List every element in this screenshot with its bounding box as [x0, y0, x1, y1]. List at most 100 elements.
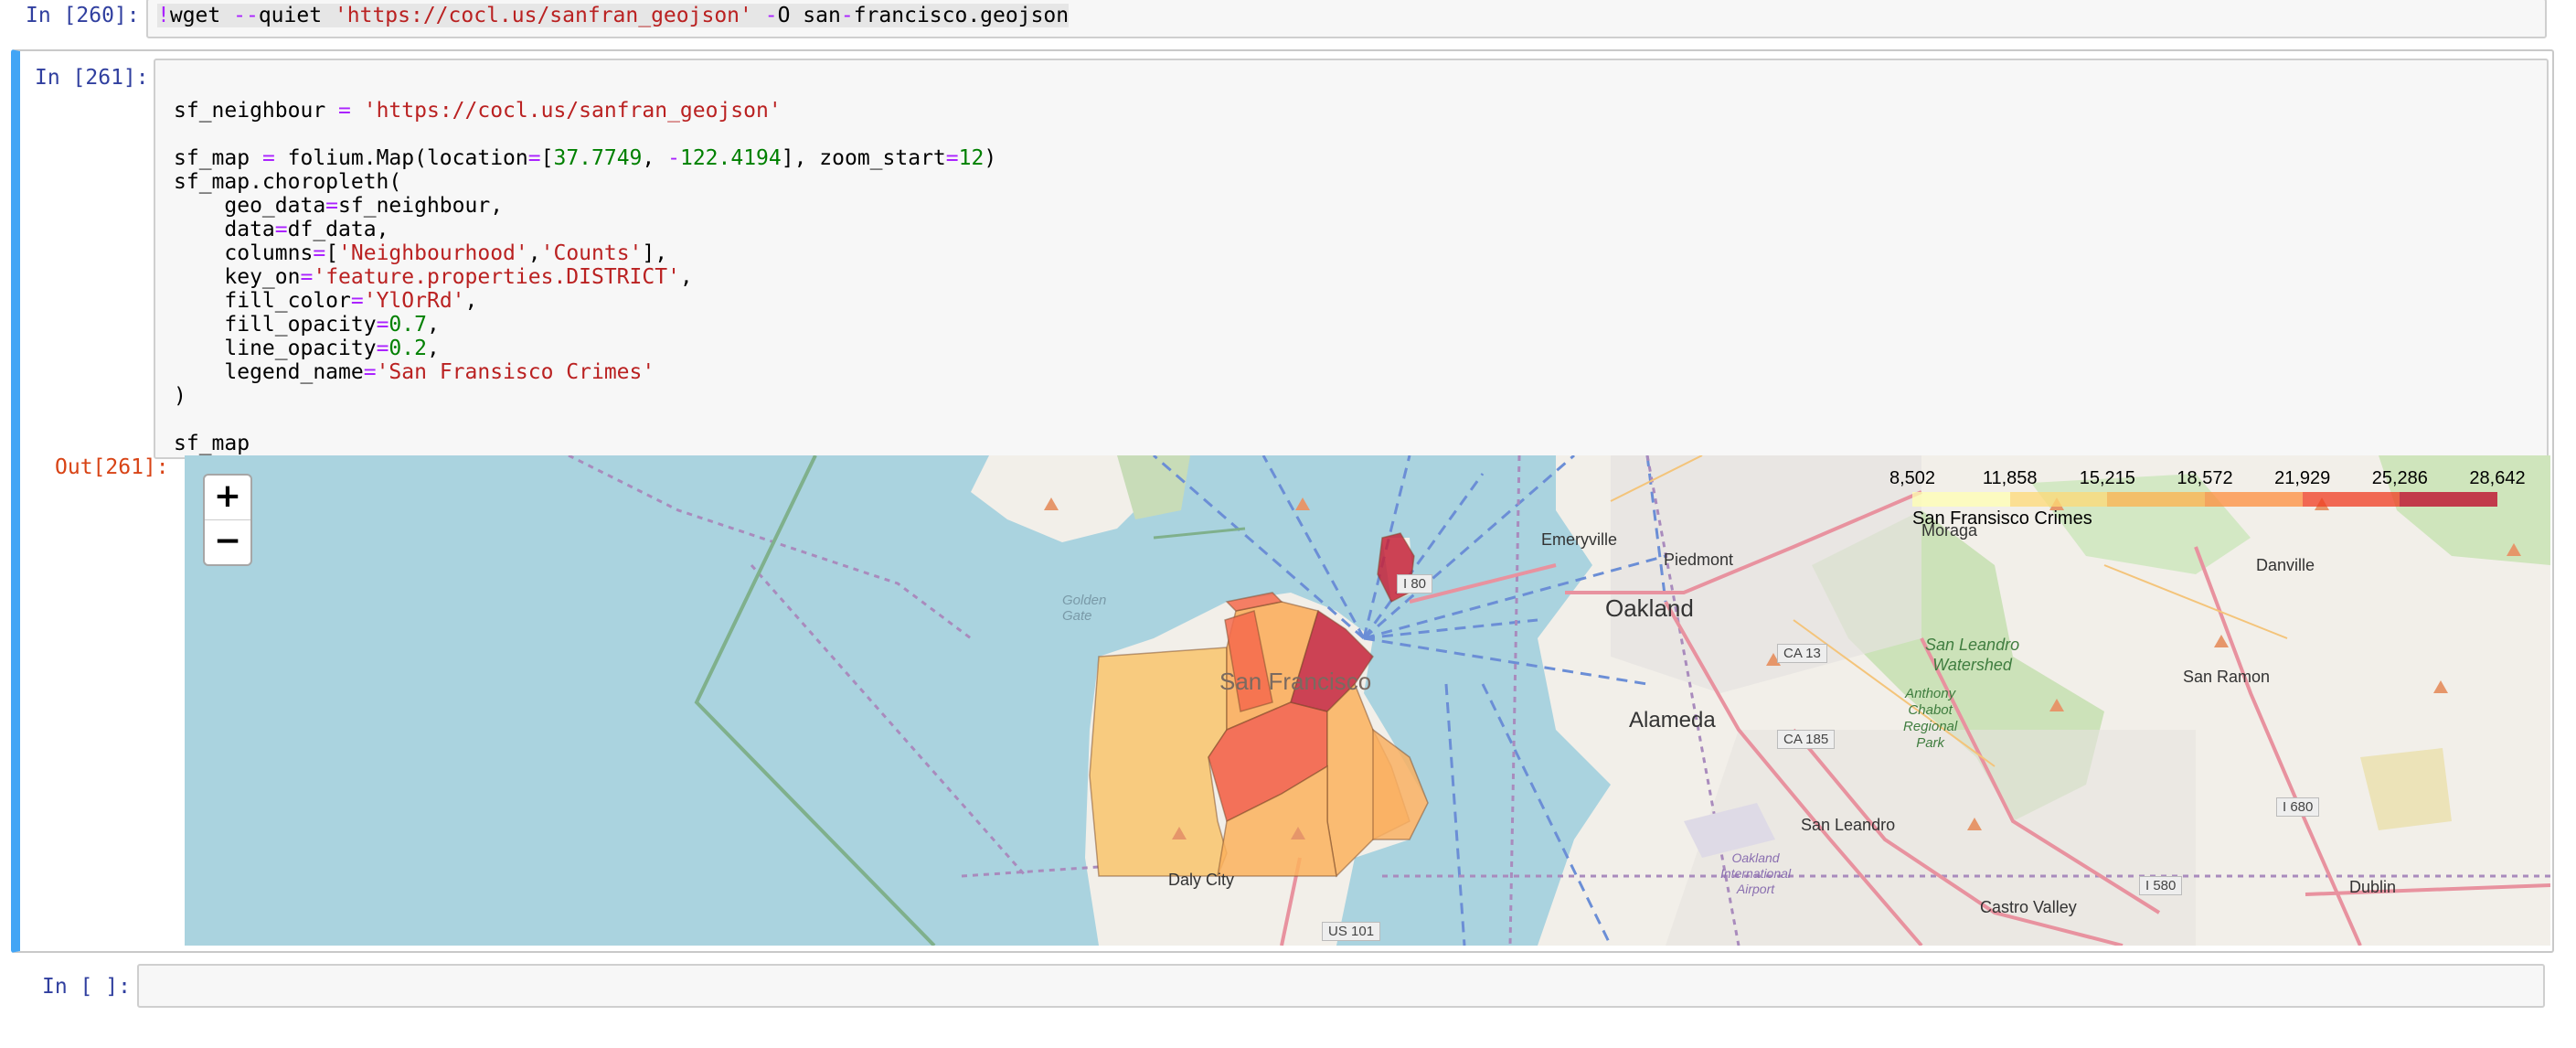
code-token: folium.Map(location [274, 146, 528, 170]
legend-tick-label: 8,502 [1889, 468, 1936, 488]
code-token: 'Neighbourhood' [338, 241, 528, 265]
cell-260-input[interactable]: !wget --quiet 'https://cocl.us/sanfran_g… [146, 0, 2547, 38]
code-token: , [679, 265, 693, 289]
code-token: ) [174, 384, 186, 408]
code-token: , [464, 289, 478, 313]
label-i680: I 680 [2276, 797, 2320, 817]
code-token: = [376, 313, 389, 337]
code-line: data=df_data, [174, 218, 996, 241]
code-token: df_data, [287, 218, 389, 241]
folium-map[interactable]: Golden Gate San Francisco Oakland Alamed… [185, 455, 2550, 946]
zoom-in-button[interactable]: + [205, 476, 250, 519]
code-token: = [363, 360, 377, 384]
code-line: ) [174, 384, 996, 408]
code-token: , [426, 313, 440, 337]
code-token: 122.4194 [679, 146, 782, 170]
code-token: data [174, 218, 275, 241]
code-token: - [667, 146, 680, 170]
code-token: ], [642, 241, 668, 265]
code-token: columns [174, 241, 314, 265]
code-token: 'YlOrRd' [363, 289, 465, 313]
code-token: = [261, 146, 275, 170]
code-token: fill_opacity [174, 313, 377, 337]
code-line: columns=['Neighbourhood','Counts'], [174, 241, 996, 265]
legend-ticks: 8,502 11,858 15,215 18,572 21,929 25,286 28,64… [1889, 455, 2526, 492]
legend-tick-label: 11,858 [1982, 468, 2038, 488]
label-i580: I 580 [2139, 876, 2183, 895]
label-dublin: Dublin [2349, 878, 2397, 896]
legend-caption: San Fransisco Crimes [1912, 508, 2092, 529]
code-token: = [300, 265, 314, 289]
label-us101: US 101 [1322, 922, 1381, 941]
code-token: [ [325, 241, 339, 265]
cell-empty-prompt: In [ ]: [42, 975, 131, 999]
code-token: sf_map [174, 432, 250, 455]
cell-260-prompt: In [260]: [26, 4, 140, 27]
cell-261[interactable]: In [261]: sf_neighbour = 'https://cocl.u… [11, 49, 2554, 953]
code-token: = [274, 218, 288, 241]
code-line: line_opacity=0.2, [174, 337, 996, 360]
code-token: , [642, 146, 668, 170]
cell-261-out-prompt: Out[261]: [55, 455, 169, 479]
cell-261-prompt: In [261]: [35, 66, 149, 90]
code-flag2b: O san [777, 4, 841, 27]
code-token: = [527, 146, 541, 170]
code-line: fill_color='YlOrRd', [174, 289, 996, 313]
cell-261-input[interactable]: sf_neighbour = 'https://cocl.us/sanfran_… [154, 59, 2549, 459]
label-ca185: CA 185 [1777, 730, 1836, 749]
code-token: key_on [174, 265, 301, 289]
legend-tick-label: 15,215 [2079, 468, 2135, 488]
code-token: = [376, 337, 389, 360]
code-token: ], zoom_start [781, 146, 946, 170]
code-line: sf_map = folium.Map(location=[37.7749, -… [174, 146, 996, 170]
code-token: sf_neighbour, [338, 194, 504, 218]
code-token: 'Counts' [540, 241, 643, 265]
code-line: sf_map.choropleth( [174, 170, 996, 194]
map-legend: 8,502 11,858 15,215 18,572 21,929 25,286 28,64… [1889, 455, 2526, 538]
code-line: sf_map [174, 432, 996, 455]
code-token: ) [984, 146, 997, 170]
label-san-ramon: San Ramon [2183, 668, 2271, 686]
label-castro-valley: Castro Valley [1980, 898, 2077, 916]
code-token: 0.2 [389, 337, 427, 360]
legend-color-swatch [2400, 492, 2498, 507]
cell-261-code: sf_neighbour = 'https://cocl.us/sanfran_… [174, 99, 996, 455]
label-golden-gate: Golden Gate [1062, 593, 1107, 624]
zoom-out-button[interactable]: − [205, 519, 250, 564]
code-token: geo_data [174, 194, 326, 218]
code-token: 37.7749 [553, 146, 643, 170]
zoom-control: + − [203, 474, 252, 566]
legend-color-swatch [1912, 492, 2010, 507]
code-token: , [527, 241, 541, 265]
cell-empty-input[interactable] [137, 964, 2545, 1008]
cell-260: In [260]: !wget --quiet 'https://cocl.us… [0, 0, 2550, 38]
label-san-francisco: San Francisco [1219, 668, 1372, 695]
label-oakland-airport: Oakland International Airport [1720, 850, 1792, 896]
label-watershed: San Leandro Watershed [1925, 636, 2020, 674]
legend-color-swatch [2107, 492, 2206, 507]
code-token: fill_color [174, 289, 351, 313]
legend-color-swatch [2205, 492, 2303, 507]
label-i80: I 80 [1397, 574, 1433, 594]
code-token: sf_neighbour [174, 99, 339, 123]
legend-tick-label: 21,929 [2274, 468, 2331, 488]
code-token: [ [540, 146, 554, 170]
code-token: 'San Fransisco Crimes' [376, 360, 655, 384]
cell-empty: In [ ]: [0, 962, 2550, 1010]
code-token: = [338, 99, 351, 123]
cell-260-code: !wget --quiet 'https://cocl.us/sanfran_g… [157, 4, 1070, 27]
label-san-leandro: San Leandro [1801, 816, 1896, 834]
code-token: sf_map [174, 146, 262, 170]
label-danville: Danville [2256, 556, 2315, 574]
code-flag2: - [764, 4, 778, 27]
code-line: geo_data=sf_neighbour, [174, 194, 996, 218]
label-emeryville: Emeryville [1541, 530, 1618, 549]
code-line: key_on='feature.properties.DISTRICT', [174, 265, 996, 289]
code-token: 'feature.properties.DISTRICT' [313, 265, 680, 289]
code-line: legend_name='San Fransisco Crimes' [174, 360, 996, 384]
code-dash: - [840, 4, 854, 27]
code-sp [752, 4, 765, 27]
code-token: = [945, 146, 959, 170]
